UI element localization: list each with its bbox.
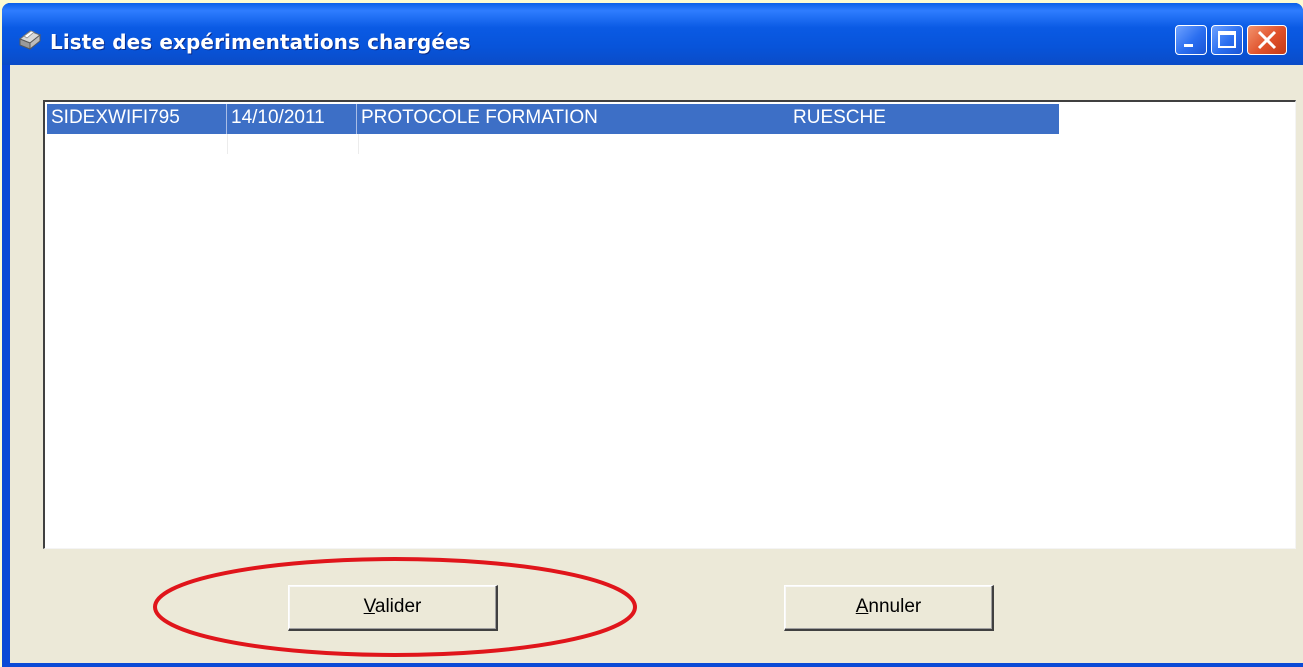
- annuler-button[interactable]: Annuler: [784, 585, 994, 631]
- list-row-selected[interactable]: SIDEXWIFI795 14/10/2011 PROTOCOLE FORMAT…: [47, 104, 1059, 134]
- dialog-client-area: SIDEXWIFI795 14/10/2011 PROTOCOLE FORMAT…: [10, 65, 1303, 663]
- valider-mnemonic: V: [363, 596, 375, 617]
- close-button[interactable]: [1247, 25, 1287, 55]
- minimize-icon: [1184, 44, 1193, 47]
- dialog-window: Liste des expérimentations chargées SIDE…: [2, 3, 1303, 667]
- printer-icon: [19, 30, 41, 51]
- close-icon: [1257, 30, 1277, 50]
- minimize-button[interactable]: [1175, 25, 1207, 55]
- row-name-cell: RUESCHE: [793, 107, 886, 128]
- row-date-cell: 14/10/2011: [227, 104, 357, 134]
- maximize-icon: [1218, 31, 1236, 48]
- annuler-mnemonic: A: [855, 596, 869, 617]
- annuler-label-rest: nnuler: [868, 596, 922, 617]
- experiments-list[interactable]: SIDEXWIFI795 14/10/2011 PROTOCOLE FORMAT…: [43, 100, 1296, 549]
- column-separator: [358, 134, 359, 154]
- maximize-button[interactable]: [1211, 25, 1243, 55]
- valider-label-rest: alider: [374, 596, 422, 617]
- row-protocol-cell: PROTOCOLE FORMATION: [361, 107, 598, 128]
- column-separator: [227, 134, 228, 154]
- title-bar[interactable]: Liste des expérimentations chargées: [2, 3, 1303, 65]
- valider-button[interactable]: Valider: [288, 585, 498, 631]
- window-title: Liste des expérimentations chargées: [50, 30, 471, 54]
- row-id-cell: SIDEXWIFI795: [47, 104, 227, 134]
